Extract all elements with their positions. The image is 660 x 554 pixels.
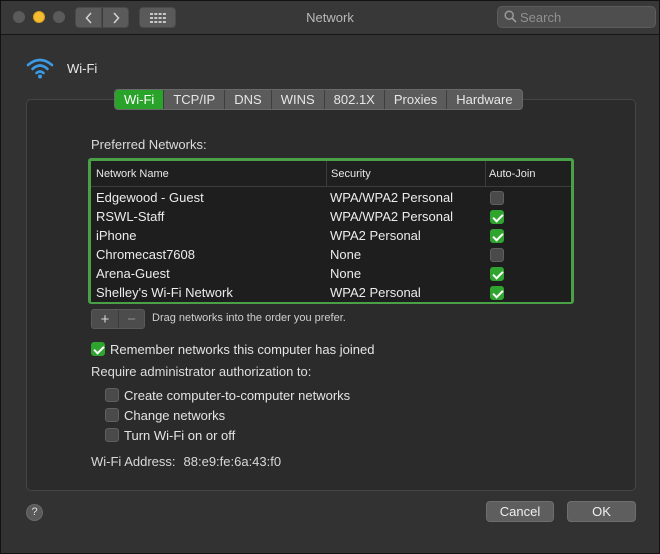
tab-8021x[interactable]: 802.1X xyxy=(323,90,384,109)
search-icon xyxy=(504,10,517,23)
wifi-address-value: 88:e9:fe:6a:43:f0 xyxy=(183,454,282,469)
tab-bar: Wi-Fi TCP/IP DNS WINS 802.1X Proxies Har… xyxy=(114,89,523,110)
table-row[interactable]: iPhone WPA2 Personal xyxy=(91,226,571,245)
remember-networks-option[interactable]: Remember networks this computer has join… xyxy=(91,340,374,358)
network-security: None xyxy=(330,266,362,281)
wifi-icon xyxy=(26,58,54,79)
titlebar: Network Search xyxy=(1,1,659,35)
network-name: Edgewood - Guest xyxy=(96,190,204,205)
remove-network-button[interactable]: − xyxy=(118,310,144,328)
column-header-security[interactable]: Security xyxy=(326,161,485,187)
add-remove-control: + − xyxy=(91,309,145,329)
wifi-header: Wi-Fi xyxy=(25,55,97,81)
network-preferences-window: Network Search Wi-Fi Wi-Fi TCP/IP DNS WI… xyxy=(0,0,660,554)
tab-wins[interactable]: WINS xyxy=(270,90,324,109)
network-security: WPA/WPA2 Personal xyxy=(330,190,454,205)
auto-join-checkbox[interactable] xyxy=(490,286,504,300)
network-security: WPA2 Personal xyxy=(330,228,421,243)
network-name: Shelley's Wi-Fi Network xyxy=(96,285,233,300)
table-body: Edgewood - Guest WPA/WPA2 Personal RSWL-… xyxy=(91,188,571,302)
table-row[interactable]: Edgewood - Guest WPA/WPA2 Personal xyxy=(91,188,571,207)
tab-wifi[interactable]: Wi-Fi xyxy=(115,90,164,109)
column-header-auto-join[interactable]: Auto-Join xyxy=(485,161,571,187)
create-networks-label: Create computer-to-computer networks xyxy=(124,387,351,403)
search-placeholder: Search xyxy=(520,10,562,25)
network-name: Arena-Guest xyxy=(96,266,170,281)
add-network-button[interactable]: + xyxy=(92,310,118,328)
tab-proxies[interactable]: Proxies xyxy=(383,90,446,109)
wifi-address: Wi-Fi Address: 88:e9:fe:6a:43:f0 xyxy=(91,454,281,469)
network-name: RSWL-Staff xyxy=(96,209,165,224)
change-networks-label: Change networks xyxy=(124,407,226,423)
table-row[interactable]: Shelley's Wi-Fi Network WPA2 Personal xyxy=(91,283,571,302)
ok-button[interactable]: OK xyxy=(567,501,636,522)
auto-join-checkbox[interactable] xyxy=(490,267,504,281)
auto-join-checkbox[interactable] xyxy=(490,210,504,224)
preferred-networks-label: Preferred Networks: xyxy=(91,137,207,152)
require-admin-label: Require administrator authorization to: xyxy=(91,364,312,379)
network-name: iPhone xyxy=(96,228,137,243)
turn-wifi-checkbox[interactable] xyxy=(105,428,119,442)
change-networks-checkbox[interactable] xyxy=(105,408,119,422)
network-security: WPA2 Personal xyxy=(330,285,421,300)
remember-networks-checkbox[interactable] xyxy=(91,342,105,356)
tab-tcpip[interactable]: TCP/IP xyxy=(163,90,224,109)
auto-join-checkbox[interactable] xyxy=(490,248,504,262)
create-networks-checkbox[interactable] xyxy=(105,388,119,402)
turn-wifi-label: Turn Wi-Fi on or off xyxy=(124,427,236,443)
table-row[interactable]: Chromecast7608 None xyxy=(91,245,571,264)
change-networks-option[interactable]: Change networks xyxy=(105,406,225,424)
drag-hint: Drag networks into the order you prefer. xyxy=(152,312,346,324)
network-security: None xyxy=(330,247,362,262)
cancel-button[interactable]: Cancel xyxy=(486,501,554,522)
interface-name: Wi-Fi xyxy=(67,60,98,76)
tab-hardware[interactable]: Hardware xyxy=(446,90,521,109)
network-security: WPA/WPA2 Personal xyxy=(330,209,454,224)
table-row[interactable]: Arena-Guest None xyxy=(91,264,571,283)
table-row[interactable]: RSWL-Staff WPA/WPA2 Personal xyxy=(91,207,571,226)
help-button[interactable]: ? xyxy=(26,504,43,521)
auto-join-checkbox[interactable] xyxy=(490,229,504,243)
search-field[interactable]: Search xyxy=(497,6,656,28)
turn-wifi-option[interactable]: Turn Wi-Fi on or off xyxy=(105,426,235,444)
preferred-networks-table[interactable]: Network Name Security Auto-Join Edgewood… xyxy=(88,158,574,304)
remember-networks-label: Remember networks this computer has join… xyxy=(110,341,375,357)
tab-dns[interactable]: DNS xyxy=(224,90,270,109)
column-header-network-name[interactable]: Network Name xyxy=(91,161,326,187)
wifi-address-label: Wi-Fi Address: xyxy=(91,454,176,469)
create-networks-option[interactable]: Create computer-to-computer networks xyxy=(105,386,350,404)
table-header: Network Name Security Auto-Join xyxy=(91,161,571,187)
network-name: Chromecast7608 xyxy=(96,247,195,262)
auto-join-checkbox[interactable] xyxy=(490,191,504,205)
